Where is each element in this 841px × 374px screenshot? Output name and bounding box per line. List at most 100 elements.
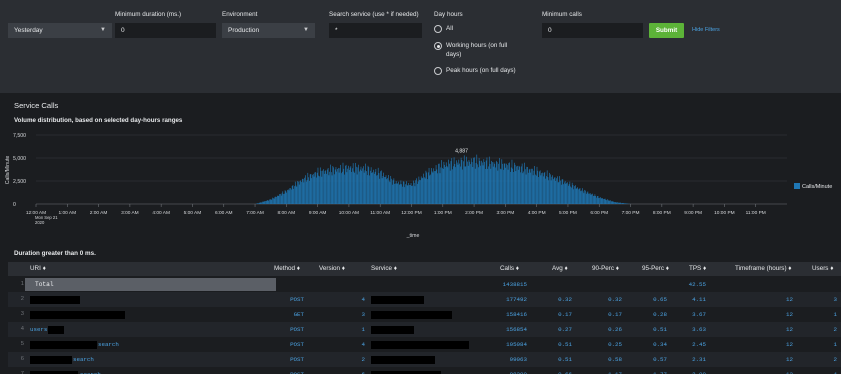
chart-bar: [354, 172, 356, 204]
chart-bar: [497, 170, 499, 204]
chart-bar: [582, 188, 583, 204]
calls-cell: 105084: [506, 341, 527, 348]
chart-bar: [567, 182, 568, 204]
chart-bar: [514, 164, 516, 204]
version-cell: 4: [361, 341, 365, 348]
chart-bar: [336, 171, 338, 204]
column-header-timeframe[interactable]: Timeframe (hours) ♦: [735, 262, 792, 276]
chart-bar: [298, 181, 299, 204]
chart-bar: [591, 194, 593, 204]
chart-bar: [262, 201, 263, 204]
chart-bar: [316, 177, 317, 204]
chart-bar: [431, 171, 433, 204]
x-axis-label: _time: [406, 233, 420, 239]
chart-bar: [329, 171, 331, 204]
uri-cell[interactable]: users: [30, 322, 47, 337]
chart-bar: [360, 166, 362, 204]
chart-bar: [390, 175, 392, 204]
environment-select[interactable]: Production ▼: [222, 23, 315, 38]
chart-bar: [442, 169, 444, 204]
chart-bar: [463, 155, 465, 204]
chart-legend[interactable]: Calls/Minute: [794, 183, 832, 190]
chart-bar: [408, 182, 410, 204]
min-calls-input[interactable]: 0: [542, 23, 643, 38]
chart-bar: [290, 188, 291, 204]
chart-bar: [474, 157, 475, 204]
column-header-avg[interactable]: Avg ♦: [552, 262, 568, 276]
chart-bar: [595, 195, 596, 204]
chart-bar: [429, 175, 431, 204]
chart-bar: [273, 198, 274, 204]
chart-bar: [616, 202, 618, 204]
column-header-method[interactable]: Method ♦: [274, 262, 300, 276]
chart-bar: [597, 196, 599, 204]
column-header-service[interactable]: Service ♦: [371, 262, 397, 276]
min-calls-label: Minimum calls: [542, 11, 582, 18]
chart-bar: [412, 185, 413, 204]
chart-bar: [560, 184, 562, 204]
table-row: 7 search POST 6 98200 0.66 1.171.772.09 12 4: [8, 367, 841, 374]
chart-bar: [521, 166, 522, 204]
min-duration-input[interactable]: 0: [115, 23, 216, 38]
column-header-version[interactable]: Version ♦: [319, 262, 345, 276]
submit-button[interactable]: Submit: [649, 23, 684, 38]
column-header-tps[interactable]: TPS ♦: [689, 262, 706, 276]
radio-circle-icon: [434, 67, 442, 75]
chart-bar: [511, 159, 513, 204]
chart-bar: [380, 171, 381, 204]
chart-bar: [340, 164, 341, 204]
users-cell: 3: [833, 296, 837, 303]
search-service-input[interactable]: *: [329, 23, 422, 38]
chart-bar: [337, 169, 338, 204]
timeframe-cell: 12: [786, 296, 793, 303]
chart-bar: [568, 184, 570, 204]
chart-bar: [317, 167, 319, 204]
column-header-uri[interactable]: URI ♦: [30, 262, 46, 276]
chart-bar: [420, 180, 421, 204]
uri-cell[interactable]: search: [98, 337, 119, 352]
chart-bar: [359, 169, 361, 204]
column-header-95-perc[interactable]: 95-Perc ♦: [642, 262, 669, 276]
chart-bar: [332, 166, 334, 204]
tps-cell: 2.09: [664, 367, 706, 374]
chart-bar: [527, 166, 528, 204]
chart-bar: [576, 188, 578, 204]
chart-bar: [357, 167, 359, 204]
column-header-calls[interactable]: Calls ♦: [500, 262, 519, 276]
chart-bar: [451, 158, 453, 204]
chart-bar: [492, 162, 493, 204]
chart-bar: [550, 180, 552, 204]
uri-cell[interactable]: search: [80, 367, 101, 374]
timeframe-cell: 12: [786, 356, 793, 363]
chart-bar: [536, 166, 538, 204]
chart-bar: [601, 198, 603, 204]
chart-bar: [570, 186, 571, 204]
chart-bar: [456, 162, 458, 204]
chart-bar: [377, 175, 378, 204]
chart-bar: [409, 184, 411, 204]
chart-bar: [602, 198, 604, 204]
hide-filters-link[interactable]: Hide Filters: [692, 27, 720, 33]
chart-bar: [534, 166, 535, 204]
chart-bar: [257, 203, 259, 204]
chart-bar: [519, 166, 521, 204]
chart-bar: [525, 174, 527, 204]
table-row-total: 1 Total 1438815 42.55: [8, 277, 841, 292]
time-range-select[interactable]: Yesterday ▼: [8, 23, 112, 38]
uri-cell[interactable]: search: [73, 352, 94, 367]
p90-cell: 0.32: [608, 296, 622, 303]
chart-bar: [373, 173, 375, 204]
redacted-service: [371, 296, 424, 304]
row-index: 1: [20, 281, 24, 287]
chart-bar: [594, 194, 596, 204]
chart-bar: [355, 162, 356, 204]
chart-bar: [430, 174, 431, 204]
redacted-uri: [30, 296, 80, 304]
chart-bar: [592, 193, 593, 204]
column-header-90-perc[interactable]: 90-Perc ♦: [592, 262, 619, 276]
column-header-users[interactable]: Users ♦: [812, 262, 833, 276]
chart-bar: [374, 171, 376, 204]
chart-title: Volume distribution, based on selected d…: [14, 117, 183, 124]
x-tick-label: 10:00 AM: [339, 210, 359, 216]
chart-bar: [395, 183, 396, 204]
